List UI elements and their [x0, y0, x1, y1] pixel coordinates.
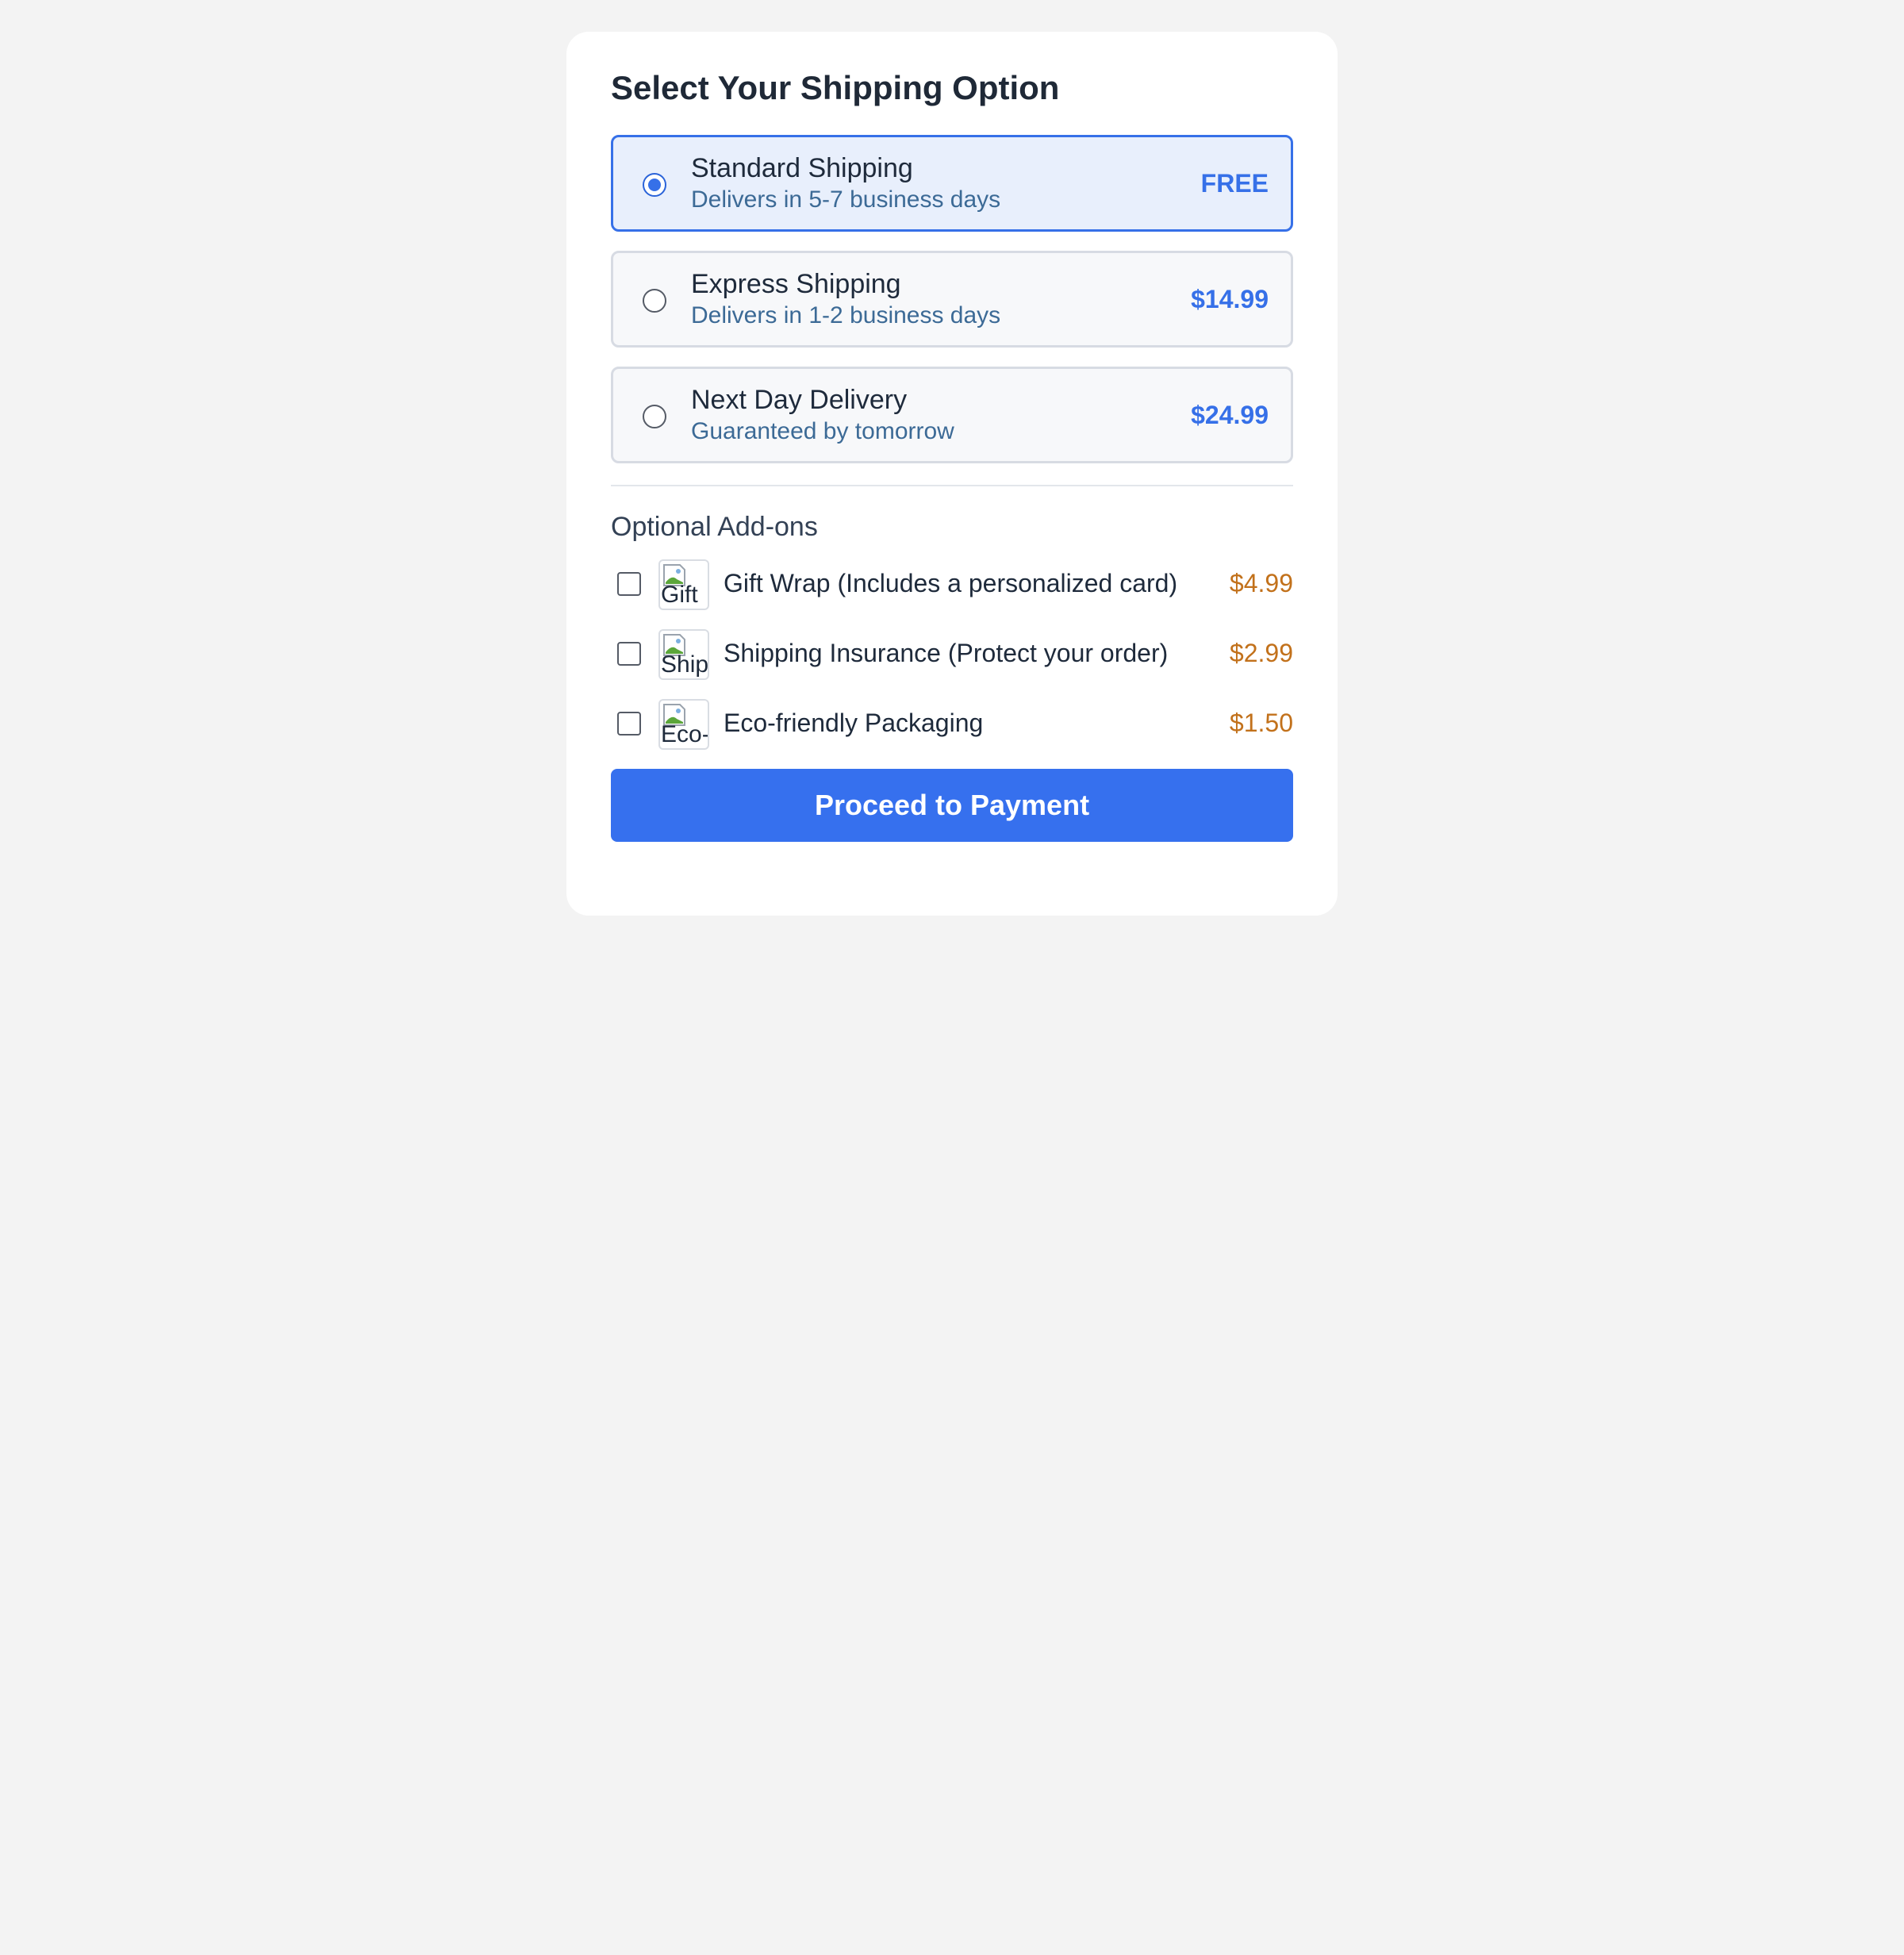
- option-name: Express Shipping: [691, 269, 901, 299]
- checkbox-gift-wrap[interactable]: [617, 572, 641, 596]
- radio-standard-selected[interactable]: [643, 173, 666, 197]
- option-description: Delivers in 1-2 business days: [691, 302, 1001, 328]
- addon-shipping-insurance: Ship Shipping Insurance (Protect your or…: [611, 629, 1293, 680]
- shipping-card: Select Your Shipping Option Standard Shi…: [566, 32, 1338, 916]
- option-name: Standard Shipping: [691, 153, 913, 183]
- broken-image-icon: Gift: [658, 559, 709, 610]
- addon-gift-wrap: Gift Gift Wrap (Includes a personalized …: [611, 559, 1293, 610]
- option-price: FREE: [1200, 169, 1269, 198]
- broken-image-icon: Ship: [658, 629, 709, 680]
- addon-price: $2.99: [1229, 639, 1293, 667]
- checkbox-eco-packaging[interactable]: [617, 712, 641, 736]
- radio-next-day[interactable]: [643, 405, 666, 428]
- addon-eco-packaging: Eco- Eco-friendly Packaging $1.50: [611, 699, 1293, 750]
- addon-price: $4.99: [1229, 569, 1293, 597]
- shipping-options: Standard Shipping Delivers in 5-7 busine…: [611, 135, 1293, 463]
- radio-express[interactable]: [643, 289, 666, 313]
- image-alt-text: Eco-: [661, 721, 709, 747]
- shipping-option-express[interactable]: Express Shipping Delivers in 1-2 busines…: [611, 251, 1293, 348]
- addon-label: Gift Wrap (Includes a personalized card): [724, 569, 1178, 597]
- option-name: Next Day Delivery: [691, 385, 908, 415]
- image-alt-text: Gift: [661, 582, 698, 608]
- shipping-option-next-day[interactable]: Next Day Delivery Guaranteed by tomorrow…: [611, 367, 1293, 463]
- option-price: $24.99: [1191, 401, 1269, 429]
- broken-image-icon: Eco-: [658, 699, 709, 750]
- option-description: Guaranteed by tomorrow: [691, 418, 954, 444]
- addon-label: Shipping Insurance (Protect your order): [724, 639, 1169, 667]
- option-price: $14.99: [1191, 285, 1269, 313]
- option-description: Delivers in 5-7 business days: [691, 186, 1001, 213]
- section-divider: [611, 485, 1293, 486]
- shipping-option-standard[interactable]: Standard Shipping Delivers in 5-7 busine…: [611, 135, 1293, 232]
- checkbox-shipping-insurance[interactable]: [617, 642, 641, 666]
- image-alt-text: Ship: [661, 651, 709, 678]
- page-title: Select Your Shipping Option: [611, 69, 1060, 106]
- addon-label: Eco-friendly Packaging: [724, 709, 984, 737]
- addon-price: $1.50: [1229, 709, 1293, 737]
- addons-list: Gift Gift Wrap (Includes a personalized …: [611, 559, 1293, 750]
- proceed-to-payment-button[interactable]: Proceed to Payment: [611, 769, 1293, 842]
- addons-title: Optional Add-ons: [611, 512, 818, 542]
